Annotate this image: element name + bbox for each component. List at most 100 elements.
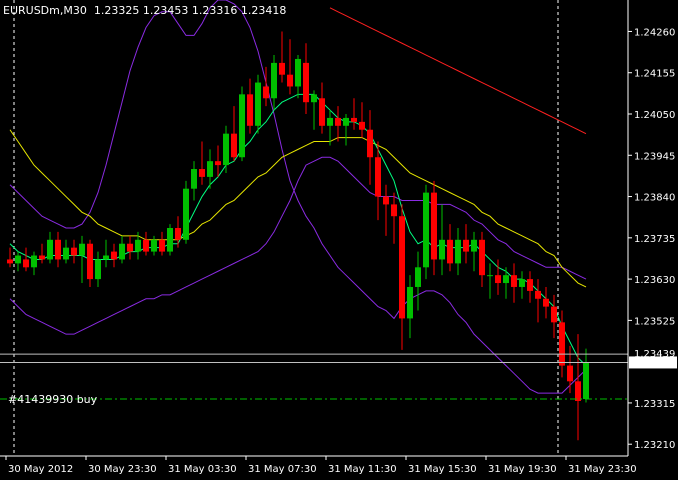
candle-body — [207, 161, 213, 177]
close-price: 1.23418 — [240, 4, 287, 17]
time-axis: 30 May 2012 30 May 23:30 31 May 03:30 31 Ma… — [0, 455, 637, 475]
candle-body — [351, 117, 357, 122]
candle-body — [191, 169, 197, 189]
candle-body — [479, 239, 485, 276]
fast-ma-line — [9, 93, 587, 366]
time-tick-label: 30 May 23:30 — [88, 464, 157, 475]
candle-body — [231, 133, 237, 158]
candle-body — [551, 306, 557, 323]
candle-body — [55, 239, 61, 260]
candle-body — [519, 279, 525, 287]
low-price: 1.23316 — [191, 4, 238, 17]
time-tick-label: 30 May 2012 — [8, 464, 73, 475]
candle-body — [175, 228, 181, 240]
candle-body — [431, 192, 437, 260]
candle-body — [103, 255, 109, 260]
candle-body — [279, 62, 285, 75]
candle-body — [23, 259, 29, 268]
candle-body — [47, 239, 53, 260]
candle-body — [15, 255, 21, 264]
candle-body — [31, 255, 37, 268]
candle-body — [391, 204, 397, 217]
time-tick-label: 31 May 11:30 — [328, 464, 397, 475]
price-tick-label: 1.23315 — [634, 399, 675, 410]
time-tick-label: 31 May 23:30 — [568, 464, 637, 475]
price-chart[interactable]: 1.24260 1.24155 1.24050 1.23945 1.23840 1.237… — [0, 0, 678, 480]
time-tick-label: 31 May 15:30 — [408, 464, 477, 475]
candle-body — [215, 161, 221, 166]
candle-body — [271, 62, 277, 99]
candle-body — [151, 239, 157, 252]
candle-body — [463, 239, 469, 252]
candle-body — [503, 275, 509, 284]
high-price: 1.23453 — [142, 4, 189, 17]
price-tick-label: 1.24260 — [634, 27, 675, 38]
candle-body — [575, 381, 581, 401]
candle-body — [223, 133, 229, 166]
candle-body — [487, 275, 493, 277]
candle-body — [447, 239, 453, 264]
candle-body — [319, 98, 325, 126]
candle-body — [559, 322, 565, 366]
price-tick-label: 1.23630 — [634, 275, 675, 286]
candle-body — [199, 169, 205, 177]
time-tick-label: 31 May 19:30 — [488, 464, 557, 475]
candle-body — [119, 243, 125, 260]
candle-body — [543, 298, 549, 307]
candle-body — [127, 243, 133, 252]
candle-body — [335, 117, 341, 126]
candle-body — [39, 255, 45, 260]
candle-body — [263, 86, 269, 99]
candle-body — [383, 196, 389, 205]
candle-body — [359, 121, 365, 130]
candle-body — [327, 117, 333, 126]
candle-body — [95, 259, 101, 280]
candle-body — [439, 239, 445, 260]
candle-body — [583, 362, 589, 399]
candle-body — [455, 239, 461, 264]
candle-body — [375, 157, 381, 197]
candle-body — [415, 267, 421, 287]
candle-body — [167, 228, 173, 252]
slow-ma-line — [329, 7, 587, 135]
price-axis: 1.24260 1.24155 1.24050 1.23945 1.23840 1.237… — [627, 0, 677, 456]
candle-body — [511, 275, 517, 287]
candle-body — [111, 251, 117, 260]
candle-body — [159, 239, 165, 252]
candle-body — [567, 365, 573, 382]
current-price-label: 1.23418 — [634, 358, 675, 369]
candle-body — [183, 188, 189, 240]
price-tick-label: 1.24155 — [634, 69, 675, 80]
candle-body — [527, 279, 533, 291]
open-price: 1.23325 — [93, 4, 140, 17]
price-tick-label: 1.23945 — [634, 151, 675, 162]
candle-body — [471, 239, 477, 252]
candle-body — [143, 239, 149, 252]
candle-body — [87, 243, 93, 280]
chart-grid — [13, 0, 559, 456]
order-label: #41439930 buy — [8, 393, 98, 406]
price-tick-label: 1.23525 — [634, 316, 675, 327]
candle-body — [63, 247, 69, 260]
candle-body — [535, 290, 541, 299]
candle-body — [343, 117, 349, 126]
candle-body — [287, 74, 293, 87]
candle-body — [295, 58, 301, 87]
price-tick-label: 1.23735 — [634, 234, 675, 245]
candle-body — [255, 82, 261, 126]
symbol-header: EURUSDm,M30 1.23325 1.23453 1.23316 1.23… — [3, 4, 286, 17]
symbol-timeframe: EURUSDm,M30 — [3, 4, 87, 17]
price-tick-label: 1.23840 — [634, 193, 675, 204]
candle-body — [135, 239, 141, 252]
candle-body — [495, 275, 501, 284]
time-tick-label: 31 May 07:30 — [248, 464, 317, 475]
price-tick-label: 1.23210 — [634, 440, 675, 451]
time-tick-label: 31 May 03:30 — [168, 464, 237, 475]
candle-body — [71, 247, 77, 256]
candle-body — [79, 243, 85, 256]
bollinger-lower-line — [9, 156, 587, 335]
candle-body — [399, 216, 405, 319]
candle-body — [367, 129, 373, 158]
candle-body — [423, 192, 429, 268]
candle-body — [7, 259, 13, 264]
